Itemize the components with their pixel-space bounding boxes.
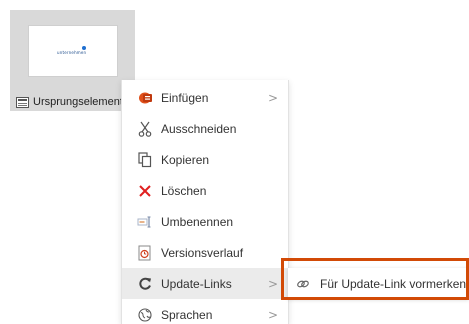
- menu-item-delete-label: Löschen: [161, 183, 207, 198]
- scissors-icon: [137, 121, 153, 137]
- rename-icon: [137, 214, 153, 230]
- menu-item-insert-label: Einfügen: [161, 90, 209, 105]
- menu-item-rename-label: Umbenennen: [161, 214, 234, 229]
- menu-item-update-links[interactable]: Update-Links >: [122, 268, 288, 299]
- thumbnail-logo-mark-icon: [82, 46, 86, 50]
- menu-item-version-history-label: Versionsverlauf: [161, 245, 244, 260]
- menu-item-cut-label: Ausschneiden: [161, 121, 237, 136]
- menu-item-mark-for-update-label: Für Update-Link vormerken: [320, 276, 467, 291]
- context-menu: Einfügen > Ausschneiden Kopieren Löschen…: [121, 80, 289, 324]
- source-element-label-row: Ursprungselement: [16, 94, 123, 110]
- refresh-icon: [137, 276, 153, 292]
- source-element-tile[interactable]: unternehmen Ursprungselement: [10, 10, 135, 111]
- menu-item-languages-label: Sprachen: [161, 307, 213, 322]
- link-mark-icon: [296, 277, 310, 291]
- version-history-icon: [137, 245, 153, 261]
- menu-item-copy[interactable]: Kopieren: [122, 144, 288, 175]
- thumbnail-logo-text: unternehmen: [57, 50, 87, 55]
- menu-item-mark-for-update[interactable]: Für Update-Link vormerken: [288, 268, 469, 299]
- menu-item-cut[interactable]: Ausschneiden: [122, 113, 288, 144]
- source-element-label: Ursprungselement: [33, 96, 123, 108]
- menu-item-languages[interactable]: Sprachen >: [122, 299, 288, 324]
- chevron-right-icon: >: [268, 276, 279, 291]
- chevron-right-icon: >: [268, 90, 279, 105]
- chevron-right-icon: >: [268, 307, 279, 322]
- menu-item-insert[interactable]: Einfügen >: [122, 82, 288, 113]
- source-element-thumbnail: unternehmen: [28, 25, 118, 77]
- globe-icon: [137, 307, 153, 323]
- update-links-submenu: Für Update-Link vormerken: [288, 268, 469, 299]
- element-type-icon: [16, 96, 29, 108]
- menu-item-update-links-label: Update-Links: [161, 276, 232, 291]
- menu-item-version-history[interactable]: Versionsverlauf: [122, 237, 288, 268]
- delete-x-icon: [137, 183, 153, 199]
- copy-icon: [137, 151, 153, 168]
- insert-icon: [137, 90, 153, 106]
- menu-item-delete[interactable]: Löschen: [122, 175, 288, 206]
- menu-item-copy-label: Kopieren: [161, 152, 210, 167]
- menu-item-rename[interactable]: Umbenennen: [122, 206, 288, 237]
